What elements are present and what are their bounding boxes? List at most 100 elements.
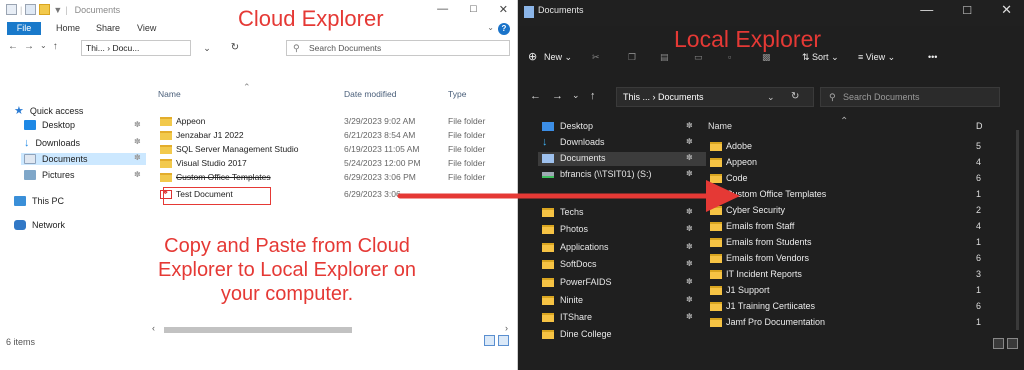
file-row[interactable]: Custom Office Templates 6/29/2023 3:06 P… — [156, 172, 508, 184]
more-options-button[interactable]: ••• — [928, 52, 937, 62]
file-type: File folder — [448, 172, 486, 182]
path-dropdown-icon[interactable]: ⌄ — [767, 88, 775, 106]
nav-softdocs[interactable]: SoftDocs ✽ — [538, 258, 706, 272]
nav-label: Dine College — [560, 329, 612, 339]
properties-icon[interactable] — [6, 4, 17, 15]
file-row[interactable]: Emails from Vendors 6 — [706, 252, 1024, 266]
nav-documents[interactable]: Documents ✽ — [538, 152, 706, 166]
copy-icon[interactable]: ❐ — [628, 52, 636, 63]
nav-this-pc[interactable]: This PC — [14, 196, 64, 206]
check-icon[interactable] — [25, 4, 37, 15]
file-row[interactable]: Jenzabar J1 2022 6/21/2023 8:54 AM File … — [156, 130, 508, 142]
nav-pictures[interactable]: Pictures ✽ — [24, 170, 141, 180]
nav-label: Pictures — [42, 170, 75, 180]
nav-ninite[interactable]: Ninite ✽ — [538, 294, 706, 308]
file-row[interactable]: Cyber Security 2 — [706, 204, 1024, 218]
file-row[interactable]: Emails from Staff 4 — [706, 220, 1024, 234]
nav-applications[interactable]: Applications ✽ — [538, 241, 706, 255]
forward-arrow-icon[interactable]: → — [552, 90, 563, 102]
horizontal-scrollbar[interactable]: ‹ › — [150, 323, 510, 335]
cloud-path-box[interactable]: Thi... › Docu... — [81, 40, 191, 56]
delete-icon[interactable]: ▩ — [762, 52, 771, 63]
large-icons-view-icon[interactable] — [498, 335, 509, 346]
cloud-search-input[interactable]: ⚲ Search Documents — [286, 40, 510, 56]
rename-icon[interactable]: ▭ — [694, 52, 703, 63]
column-date-truncated[interactable]: D — [976, 121, 983, 131]
ribbon-expand-icon[interactable]: ⌄ — [487, 23, 494, 32]
vertical-scrollbar[interactable] — [1016, 130, 1019, 330]
nav-itshare[interactable]: ITShare ✽ — [538, 311, 706, 325]
details-view-icon[interactable] — [484, 335, 495, 346]
tab-home[interactable]: Home — [56, 23, 80, 33]
nav-downloads[interactable]: ↓ Downloads ✽ — [538, 136, 706, 150]
up-arrow-icon[interactable]: ↑ — [590, 90, 596, 102]
nav-photos[interactable]: Photos ✽ — [538, 223, 706, 237]
local-window-title: Documents — [538, 5, 584, 15]
recent-dropdown-icon[interactable]: ⌄ — [572, 90, 580, 101]
nav-dine-college[interactable]: Dine College — [538, 328, 706, 342]
recent-dropdown-icon[interactable]: ⌄ — [40, 41, 47, 52]
path-dropdown-icon[interactable]: ⌄ — [196, 40, 218, 56]
file-row[interactable]: Appeon 4 — [706, 156, 1024, 170]
column-name[interactable]: Name — [158, 89, 181, 99]
nav-network-drive[interactable]: bfrancis (\\TSIT01) (S:) ✽ — [538, 168, 706, 182]
close-icon[interactable]: ✕ — [499, 3, 508, 16]
view-button[interactable]: ≡ View ⌄ — [858, 52, 895, 63]
nav-label: Ninite — [560, 295, 584, 305]
cloud-explorer-window: | ▼ | Documents — □ ✕ Cloud Explorer Fil… — [0, 0, 518, 370]
tab-view[interactable]: View — [137, 23, 156, 33]
column-type[interactable]: Type — [448, 89, 466, 99]
column-name[interactable]: Name — [708, 121, 732, 131]
file-row[interactable]: Visual Studio 2017 5/24/2023 12:00 PM Fi… — [156, 158, 508, 170]
large-icons-view-icon[interactable] — [1007, 338, 1018, 349]
file-row[interactable]: Adobe 5 — [706, 140, 1024, 154]
local-search-input[interactable]: ⚲ Search Documents — [820, 87, 1000, 107]
minimize-icon[interactable]: — — [437, 3, 448, 16]
nav-quick-access[interactable]: ★ Quick access — [14, 104, 83, 117]
tab-share[interactable]: Share — [96, 23, 120, 33]
sort-button[interactable]: ⇅ Sort ⌄ — [802, 52, 839, 63]
scroll-right-icon[interactable]: › — [505, 323, 508, 333]
file-row[interactable]: Emails from Students 1 — [706, 236, 1024, 250]
nav-label: ITShare — [560, 312, 593, 322]
highlight-box — [163, 187, 271, 205]
nav-downloads[interactable]: ↓ Downloads ✽ — [24, 137, 141, 149]
nav-desktop[interactable]: Desktop ✽ — [24, 120, 141, 130]
help-icon[interactable]: ? — [498, 23, 510, 35]
file-row[interactable]: Code 6 — [706, 172, 1024, 186]
file-row[interactable]: Custom Office Templates 1 — [706, 188, 1024, 202]
maximize-icon[interactable]: □ — [963, 2, 971, 18]
cut-icon[interactable]: ✂ — [592, 52, 600, 63]
nav-documents[interactable]: Documents ✽ — [21, 153, 146, 165]
file-row[interactable]: SQL Server Management Studio 6/19/2023 1… — [156, 144, 508, 156]
column-date-modified[interactable]: Date modified — [344, 89, 396, 99]
up-arrow-icon[interactable]: ↑ — [53, 41, 58, 52]
file-row[interactable]: IT Incident Reports 3 — [706, 268, 1024, 282]
cloud-window-controls: — □ ✕ — [437, 3, 508, 16]
back-arrow-icon[interactable]: ← — [530, 90, 541, 102]
scroll-thumb[interactable] — [164, 327, 352, 333]
file-row[interactable]: Jamf Pro Documentation 1 — [706, 316, 1024, 330]
file-row[interactable]: Appeon 3/29/2023 9:02 AM File folder — [156, 116, 508, 128]
file-row[interactable]: J1 Training Certiicates 6 — [706, 300, 1024, 314]
share-icon[interactable]: ▫ — [728, 52, 731, 62]
file-row[interactable]: J1 Support 1 — [706, 284, 1024, 298]
new-button[interactable]: New ⌄ — [544, 52, 572, 63]
minimize-icon[interactable]: — — [920, 2, 933, 18]
new-folder-icon[interactable] — [39, 4, 51, 15]
paste-icon[interactable]: ▤ — [660, 52, 669, 63]
local-path-box[interactable]: This ... › Documents ⌄ ↻ — [616, 87, 814, 107]
nav-desktop[interactable]: Desktop ✽ — [538, 120, 706, 134]
scroll-left-icon[interactable]: ‹ — [152, 323, 155, 333]
refresh-icon[interactable]: ↻ — [791, 88, 799, 106]
nav-techs[interactable]: Techs ✽ — [538, 206, 706, 220]
file-tab[interactable]: File — [7, 22, 41, 35]
details-view-icon[interactable] — [993, 338, 1004, 349]
nav-powerfaids[interactable]: PowerFAIDS ✽ — [538, 276, 706, 290]
back-arrow-icon[interactable]: ← — [8, 41, 18, 52]
refresh-icon[interactable]: ↻ — [224, 40, 246, 56]
close-icon[interactable]: ✕ — [1001, 2, 1012, 18]
forward-arrow-icon[interactable]: → — [24, 41, 34, 52]
nav-network[interactable]: Network — [14, 220, 65, 230]
maximize-icon[interactable]: □ — [470, 3, 477, 16]
